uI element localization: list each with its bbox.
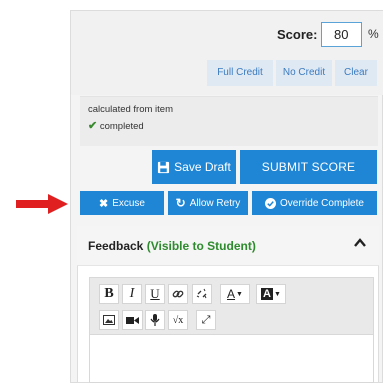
full-credit-button[interactable]: Full Credit [207, 60, 273, 86]
feedback-title: Feedback (Visible to Student) [88, 239, 256, 253]
math-button[interactable]: √x [168, 310, 188, 330]
italic-button[interactable]: I [122, 284, 142, 304]
bold-button[interactable]: B [99, 284, 119, 304]
image-icon [103, 315, 115, 325]
check-circle-icon [265, 197, 277, 209]
font-color-icon: A [227, 287, 236, 301]
submit-score-button[interactable]: SUBMIT SCORE [240, 150, 377, 184]
times-icon: ✖ [98, 197, 109, 210]
chevron-up-icon[interactable] [353, 236, 367, 250]
excuse-label: Excuse [112, 197, 145, 209]
fullscreen-icon: ⤢ [201, 313, 211, 326]
highlight-icon: A [261, 288, 273, 300]
italic-label: I [129, 286, 135, 301]
unlink-icon [196, 288, 207, 299]
page-margin [0, 0, 70, 383]
score-label: Score: [277, 27, 318, 42]
video-icon [126, 316, 139, 324]
microphone-button[interactable] [145, 310, 165, 330]
bold-label: B [104, 286, 114, 301]
font-color-button[interactable]: A ▼ [220, 284, 250, 304]
feedback-title-text: Feedback [88, 239, 144, 253]
feedback-editor[interactable] [89, 335, 374, 383]
image-button[interactable] [99, 310, 119, 330]
math-icon: √x [172, 314, 184, 326]
allow-retry-button[interactable]: ↻ Allow Retry [168, 191, 248, 215]
score-input[interactable]: 80 [321, 22, 362, 47]
refresh-icon: ↻ [175, 196, 186, 210]
completed-label: completed [99, 121, 144, 132]
link-icon [172, 290, 184, 298]
video-button[interactable] [122, 310, 143, 330]
override-complete-button[interactable]: Override Complete [252, 191, 377, 215]
no-credit-button[interactable]: No Credit [276, 60, 332, 86]
underline-button[interactable]: U [145, 284, 165, 304]
calculated-text: calculated from item [88, 104, 174, 115]
fullscreen-button[interactable]: ⤢ [196, 310, 216, 330]
check-icon: ✔ [88, 120, 98, 132]
microphone-icon [150, 314, 160, 326]
red-arrow-icon [16, 194, 68, 214]
feedback-visibility: (Visible to Student) [146, 239, 256, 253]
excuse-button[interactable]: ✖ Excuse [80, 191, 164, 215]
dropdown-caret-icon: ▼ [274, 290, 281, 298]
save-icon [158, 161, 170, 173]
completed-status: ✔ completed [88, 119, 144, 132]
save-draft-button[interactable]: Save Draft [152, 150, 236, 184]
override-complete-label: Override Complete [280, 197, 364, 209]
clear-button[interactable]: Clear [335, 60, 377, 86]
unlink-button[interactable] [192, 284, 212, 304]
save-draft-label: Save Draft [174, 160, 231, 174]
underline-label: U [150, 286, 160, 301]
highlight-color-button[interactable]: A ▼ [256, 284, 286, 304]
allow-retry-label: Allow Retry [189, 197, 241, 209]
link-button[interactable] [168, 284, 188, 304]
dropdown-caret-icon: ▼ [236, 290, 243, 298]
percent-sign: % [368, 27, 379, 41]
